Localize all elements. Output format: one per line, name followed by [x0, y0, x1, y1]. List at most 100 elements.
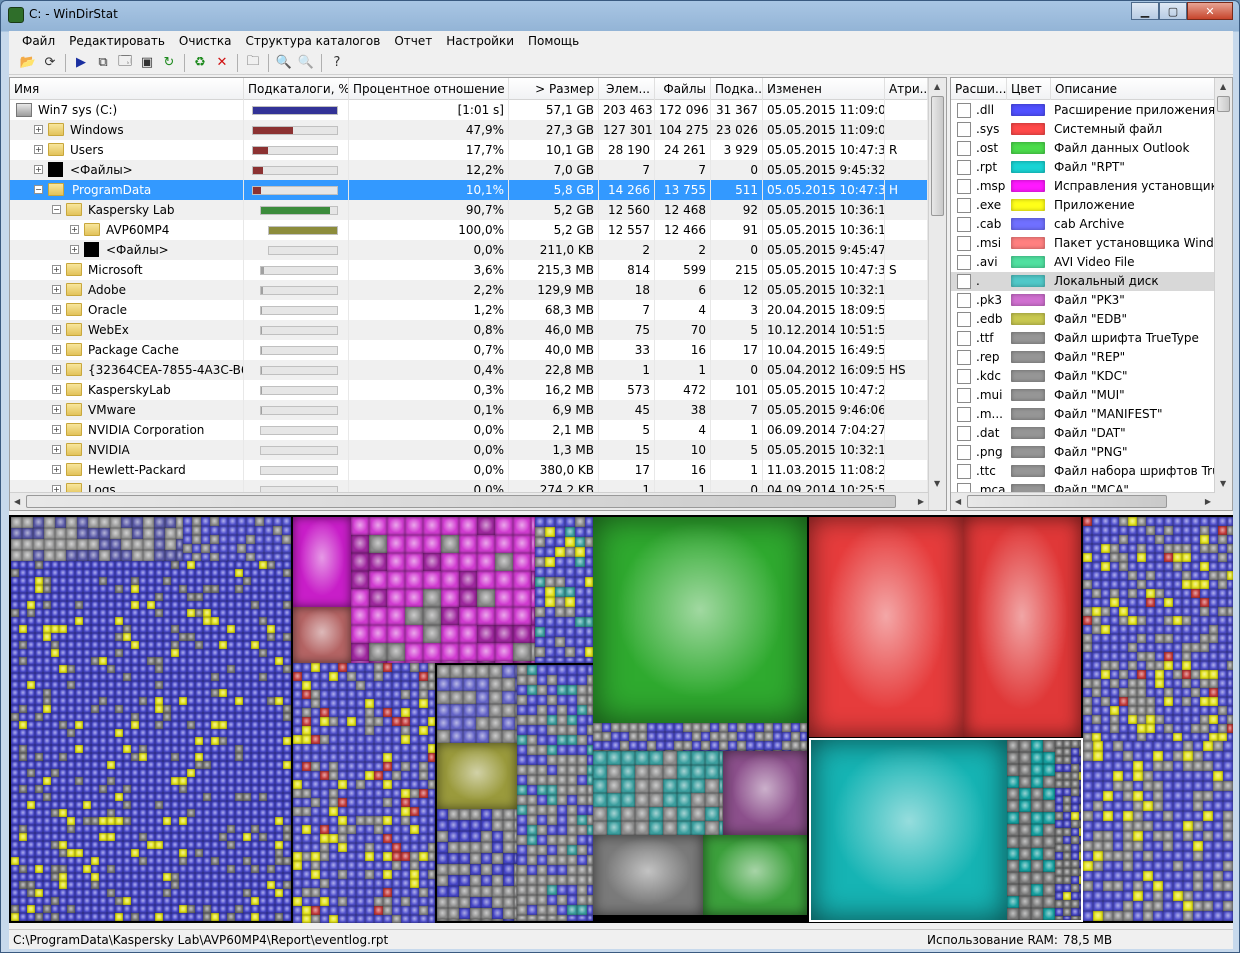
ext-row[interactable]: .edb Файл "EDB" — [951, 310, 1215, 329]
menu-item-2[interactable]: Очистка — [172, 34, 239, 48]
command-prompt-icon[interactable]: ▣ — [136, 53, 158, 73]
ext-row[interactable]: .kdc Файл "KDC" — [951, 367, 1215, 386]
ext-row[interactable]: .mui Файл "MUI" — [951, 386, 1215, 405]
ext-row[interactable]: .ttc Файл набора шрифтов Tru... — [951, 462, 1215, 481]
tree-row[interactable]: +{32364CEA-7855-4A3C-B674-...0,4%22,8 MB… — [10, 360, 928, 380]
menu-item-1[interactable]: Редактировать — [62, 34, 172, 48]
tree-row[interactable]: − ProgramData 10,1% 5,8 GB 14 266 13 755 511 05… — [10, 180, 928, 200]
expand-icon[interactable]: + — [52, 405, 61, 414]
ext-header-2[interactable]: Описание — [1051, 78, 1215, 100]
tree-row[interactable]: + Oracle 1,2% 68,3 MB 7 4 3 20.04.2015 18:09:55 — [10, 300, 928, 320]
ext-horizontal-scrollbar[interactable]: ◀ ▶ — [951, 492, 1215, 510]
open-folder-icon[interactable]: 📂 — [17, 53, 39, 73]
expand-icon[interactable]: + — [34, 145, 43, 154]
ext-row[interactable]: .ttf Файл шрифта TrueType — [951, 329, 1215, 348]
tree-row[interactable]: + Package Cache 0,7% 40,0 MB 33 16 17 10.04.201… — [10, 340, 928, 360]
ext-row[interactable]: .pk3 Файл "PK3" — [951, 291, 1215, 310]
tree-row[interactable]: + WebEx 0,8% 46,0 MB 75 70 5 10.12.2014 10:51:5… — [10, 320, 928, 340]
title-bar[interactable]: C: - WinDirStat ▁ ▢ ✕ — [1, 1, 1239, 30]
collapse-icon[interactable]: − — [34, 185, 43, 194]
ext-row[interactable]: .rpt Файл "RPT" — [951, 158, 1215, 177]
delete-icon[interactable]: ✕ — [211, 53, 233, 73]
tree-row[interactable]: + NVIDIA Corporation 0,0% 2,1 MB 5 4 1 06.09.20… — [10, 420, 928, 440]
expand-icon[interactable]: + — [52, 345, 61, 354]
expand-icon[interactable]: + — [70, 225, 79, 234]
explorer-icon[interactable]: 🗔 — [114, 53, 136, 73]
treemap-view[interactable] — [9, 515, 1233, 923]
expand-icon[interactable]: + — [52, 385, 61, 394]
tree-row[interactable]: + <Файлы> 12,2% 7,0 GB 7 7 0 05.05.2015 9:45:32 — [10, 160, 928, 180]
ext-header-0[interactable]: Расши... — [951, 78, 1007, 100]
expand-icon[interactable]: + — [52, 285, 61, 294]
expand-icon[interactable]: + — [34, 165, 43, 174]
expand-icon[interactable]: + — [34, 125, 43, 134]
tree-header-4[interactable]: Элем... — [599, 78, 655, 100]
play-icon[interactable]: ▶ — [70, 53, 92, 73]
ext-row[interactable]: .cab cab Archive — [951, 215, 1215, 234]
tree-row[interactable]: + Microsoft 3,6% 215,3 MB 814 599 215 05.05.201… — [10, 260, 928, 280]
menu-item-4[interactable]: Отчет — [387, 34, 439, 48]
copy-icon[interactable]: ⧉ — [92, 53, 114, 73]
menu-item-5[interactable]: Настройки — [439, 34, 521, 48]
help-icon[interactable]: ? — [326, 53, 348, 73]
close-button[interactable]: ✕ — [1187, 2, 1233, 20]
new-folder-icon[interactable]: 🗀 — [242, 53, 264, 73]
zoom-in-icon[interactable]: 🔍 — [273, 53, 295, 73]
ext-row[interactable]: .m... Файл "MANIFEST" — [951, 405, 1215, 424]
menu-item-0[interactable]: Файл — [15, 34, 62, 48]
ext-row[interactable]: .dat Файл "DAT" — [951, 424, 1215, 443]
treemap-block-windows — [163, 617, 171, 625]
ext-row[interactable]: .rep Файл "REP" — [951, 348, 1215, 367]
maximize-button[interactable]: ▢ — [1159, 2, 1187, 20]
tree-header-1[interactable]: Подкаталоги, % — [244, 78, 349, 100]
refresh-icon[interactable]: ⟳ — [39, 53, 61, 73]
recycle-bin-icon[interactable]: ♻ — [189, 53, 211, 73]
expand-icon[interactable]: + — [52, 445, 61, 454]
ext-row[interactable]: .msi Пакет установщика Windo... — [951, 234, 1215, 253]
ext-header-1[interactable]: Цвет — [1007, 78, 1051, 100]
ext-row[interactable]: . Локальный диск — [951, 272, 1215, 291]
minimize-button[interactable]: ▁ — [1131, 2, 1159, 20]
menu-item-3[interactable]: Структура каталогов — [238, 34, 387, 48]
menu-item-6[interactable]: Помощь — [521, 34, 586, 48]
tree-row[interactable]: + AVP60MP4 100,0% 5,2 GB 12 557 12 466 91 05.05… — [10, 220, 928, 240]
zoom-out-icon[interactable]: 🔍 — [295, 53, 317, 73]
ext-row[interactable]: .avi AVI Video File — [951, 253, 1215, 272]
tree-header-6[interactable]: Подка... — [711, 78, 763, 100]
ext-row[interactable]: .msp Исправления установщик... — [951, 177, 1215, 196]
treemap-block-users — [293, 681, 302, 690]
collapse-icon[interactable]: − — [52, 205, 61, 214]
tree-header-5[interactable]: Файлы — [655, 78, 711, 100]
tree-row[interactable]: + NVIDIA 0,0% 1,3 MB 15 10 5 05.05.2015 10:32:1… — [10, 440, 928, 460]
tree-row[interactable]: + KasperskyLab 0,3% 16,2 MB 573 472 101 05.05.2… — [10, 380, 928, 400]
expand-icon[interactable]: + — [70, 245, 79, 254]
refresh-selected-icon[interactable]: ↻ — [158, 53, 180, 73]
tree-header-7[interactable]: Изменен — [763, 78, 885, 100]
ext-row[interactable]: .sys Системный файл — [951, 120, 1215, 139]
ext-row[interactable]: .dll Расширение приложения — [951, 101, 1215, 120]
ext-row[interactable]: .ost Файл данных Outlook — [951, 139, 1215, 158]
expand-icon[interactable]: + — [52, 325, 61, 334]
tree-header-8[interactable]: Атри... — [885, 78, 928, 100]
tree-row[interactable]: + VMware 0,1% 6,9 MB 45 38 7 05.05.2015 9:46:06 — [10, 400, 928, 420]
ext-row[interactable]: .png Файл "PNG" — [951, 443, 1215, 462]
tree-row[interactable]: + Hewlett-Packard 0,0% 380,0 KB 17 16 1 11.03.2… — [10, 460, 928, 480]
tree-header-3[interactable]: > Размер — [509, 78, 599, 100]
tree-header-0[interactable]: Имя — [10, 78, 244, 100]
tree-row[interactable]: + Adobe 2,2% 129,9 MB 18 6 12 05.05.2015 10:32:… — [10, 280, 928, 300]
ext-row[interactable]: .exe Приложение — [951, 196, 1215, 215]
tree-vertical-scrollbar[interactable]: ▲ ▼ — [928, 78, 946, 510]
expand-icon[interactable]: + — [52, 425, 61, 434]
tree-row[interactable]: − Kaspersky Lab 90,7% 5,2 GB 12 560 12 468 92 0… — [10, 200, 928, 220]
expand-icon[interactable]: + — [52, 305, 61, 314]
expand-icon[interactable]: + — [52, 365, 61, 374]
tree-horizontal-scrollbar[interactable]: ◀ ▶ — [10, 492, 928, 510]
tree-row[interactable]: + Users 17,7% 10,1 GB 28 190 24 261 3 929 05.05… — [10, 140, 928, 160]
tree-header-2[interactable]: Процентное отношение — [349, 78, 509, 100]
expand-icon[interactable]: + — [52, 265, 61, 274]
tree-row[interactable]: + <Файлы> 0,0% 211,0 KB 2 2 0 05.05.2015 9:45:4… — [10, 240, 928, 260]
tree-row[interactable]: Win7 sys (C:) [1:01 s] 57,1 GB 203 463 172 0… — [10, 100, 928, 120]
tree-row[interactable]: + Windows 47,9% 27,3 GB 127 301 104 275 23 026… — [10, 120, 928, 140]
ext-vertical-scrollbar[interactable]: ▲ ▼ — [1214, 78, 1232, 510]
expand-icon[interactable]: + — [52, 465, 61, 474]
